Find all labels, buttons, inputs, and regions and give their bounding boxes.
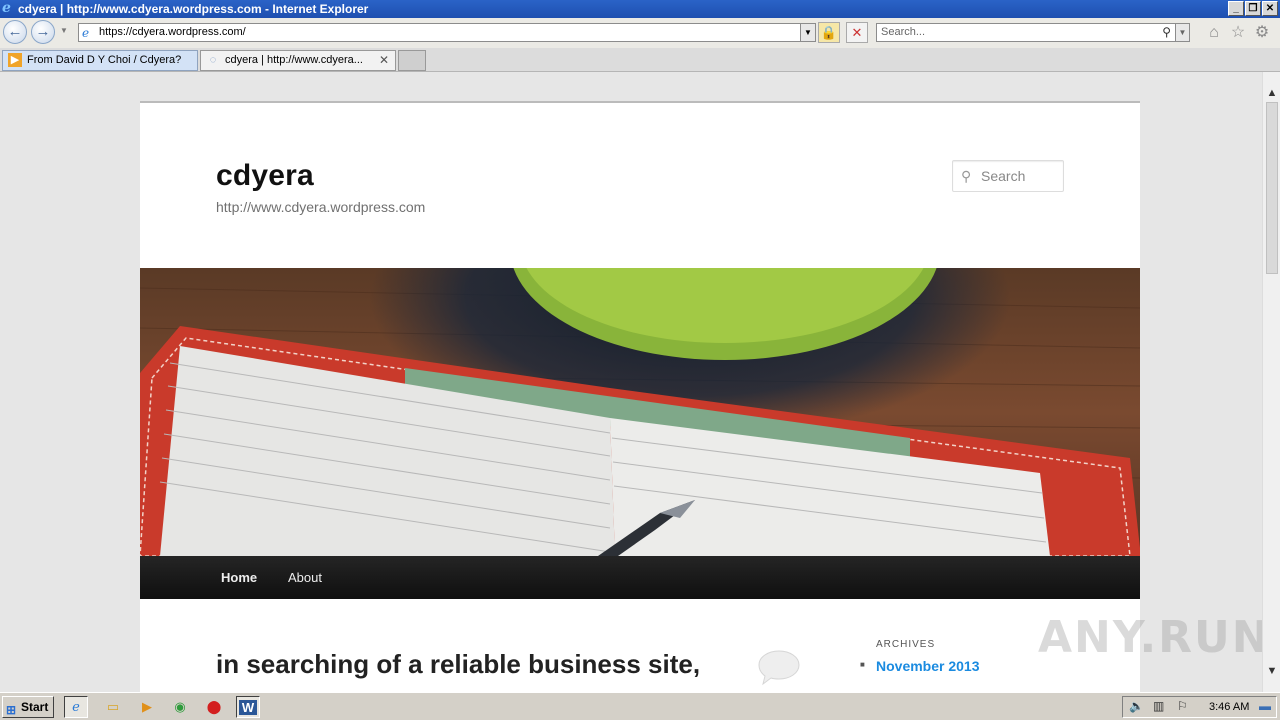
ie-icon: e xyxy=(2,0,11,16)
scroll-up-icon[interactable]: ▲ xyxy=(1263,84,1280,102)
scroll-down-icon[interactable]: ▼ xyxy=(1263,662,1280,680)
tab-label: cdyera | http://www.cdyera... xyxy=(225,54,363,66)
vertical-scrollbar[interactable]: ▲ ▼ xyxy=(1262,72,1280,692)
flag-icon[interactable]: ⚐ xyxy=(1177,699,1188,713)
gear-icon[interactable]: ⚙ xyxy=(1253,24,1271,42)
back-arrow-icon: ← xyxy=(7,23,23,40)
system-tray: 🔈 ▥ ⚐ 3:46 AM ▬ xyxy=(1122,696,1277,718)
header-image-art xyxy=(140,268,1140,556)
play-icon: ▶ xyxy=(8,53,22,67)
search-icon[interactable]: ⚲ xyxy=(1162,24,1171,41)
tab-bar: ▶ From David D Y Choi / Cdyera? ◌ cdyera… xyxy=(0,48,1280,72)
tab-from-david[interactable]: ▶ From David D Y Choi / Cdyera? xyxy=(2,50,198,71)
star-icon[interactable]: ☆ xyxy=(1229,24,1247,42)
nav-about[interactable]: About xyxy=(288,556,322,599)
forward-button[interactable]: → xyxy=(31,20,55,44)
page-ie-icon: e xyxy=(82,26,90,40)
taskbar-opera-icon[interactable]: ⬤ xyxy=(202,696,226,718)
address-field[interactable]: e https://cdyera.wordpress.com/ ▼ xyxy=(78,23,816,42)
taskbar: ⊞ Start e ▭ ▶ ◉ ⬤ W 🔈 ▥ ⚐ 3:46 AM ▬ xyxy=(0,692,1280,720)
header-image xyxy=(140,268,1140,556)
site-page: cdyera http://www.cdyera.wordpress.com ⚲… xyxy=(140,101,1140,692)
browser-search-input[interactable]: Search... ⚲ ▼ xyxy=(876,23,1190,42)
nav-home[interactable]: Home xyxy=(221,556,257,599)
maximize-button[interactable]: ❐ xyxy=(1245,1,1261,16)
address-url: https://cdyera.wordpress.com/ xyxy=(99,26,246,38)
forward-arrow-icon: → xyxy=(35,23,51,40)
page-viewport: cdyera http://www.cdyera.wordpress.com ⚲… xyxy=(0,72,1262,692)
close-tab-icon[interactable]: ✕ xyxy=(379,51,389,70)
stop-icon: ✕ xyxy=(851,25,863,40)
windows-logo-icon: ⊞ xyxy=(6,703,17,717)
post-title[interactable]: in searching of a reliable business site… xyxy=(216,649,700,680)
volume-icon[interactable]: 🔈 xyxy=(1129,699,1144,713)
taskbar-ie-icon[interactable]: e xyxy=(64,696,88,718)
main-nav: Home About xyxy=(140,556,1140,599)
show-desktop-icon[interactable]: ▬ xyxy=(1259,699,1271,713)
watermark-logo: ANY.RUN xyxy=(1038,612,1262,663)
lock-icon: 🔒 xyxy=(820,25,838,40)
close-window-button[interactable]: ✕ xyxy=(1262,1,1278,16)
site-search-placeholder: Search xyxy=(981,168,1026,184)
address-toolbar: ← → ▼ e https://cdyera.wordpress.com/ ▼ … xyxy=(0,18,1280,48)
archives-heading: ARCHIVES xyxy=(876,639,936,650)
window-title: cdyera | http://www.cdyera.wordpress.com… xyxy=(18,2,369,16)
scroll-thumb[interactable] xyxy=(1266,102,1278,274)
site-title[interactable]: cdyera xyxy=(216,159,314,193)
tab-cdyera[interactable]: ◌ cdyera | http://www.cdyera... ✕ xyxy=(200,50,396,71)
start-label: Start xyxy=(21,700,49,714)
window-titlebar: e cdyera | http://www.cdyera.wordpress.c… xyxy=(0,0,1280,18)
home-icon[interactable]: ⌂ xyxy=(1205,24,1223,42)
network-icon[interactable]: ▥ xyxy=(1153,699,1164,713)
taskbar-word-icon[interactable]: W xyxy=(236,696,260,718)
search-icon: ⚲ xyxy=(961,168,972,184)
history-dropdown-icon[interactable]: ▼ xyxy=(60,26,68,35)
archive-link[interactable]: November 2013 xyxy=(860,658,980,674)
clock[interactable]: 3:46 AM xyxy=(1209,697,1249,717)
site-search-input[interactable]: ⚲ Search xyxy=(952,160,1064,192)
search-provider-dropdown[interactable]: ▼ xyxy=(1175,24,1189,41)
archives-list: November 2013 xyxy=(860,658,980,674)
start-button[interactable]: ⊞ Start xyxy=(2,696,54,718)
tab-label: From David D Y Choi / Cdyera? xyxy=(27,54,182,66)
back-button[interactable]: ← xyxy=(3,20,27,44)
browser-search-placeholder: Search... xyxy=(881,26,926,38)
taskbar-chrome-icon[interactable]: ◉ xyxy=(168,696,192,718)
new-tab-button[interactable] xyxy=(398,50,426,71)
address-dropdown-button[interactable]: ▼ xyxy=(800,24,815,41)
site-description: http://www.cdyera.wordpress.com xyxy=(216,199,426,215)
minimize-button[interactable]: _ xyxy=(1228,1,1244,16)
stop-button[interactable]: ✕ xyxy=(846,22,868,43)
loading-icon: ◌ xyxy=(209,54,217,66)
taskbar-folder-icon[interactable]: ▭ xyxy=(101,696,125,718)
taskbar-media-icon[interactable]: ▶ xyxy=(135,696,159,718)
security-lock-button[interactable]: 🔒 xyxy=(818,22,840,43)
comment-bubble-icon[interactable] xyxy=(756,648,802,691)
